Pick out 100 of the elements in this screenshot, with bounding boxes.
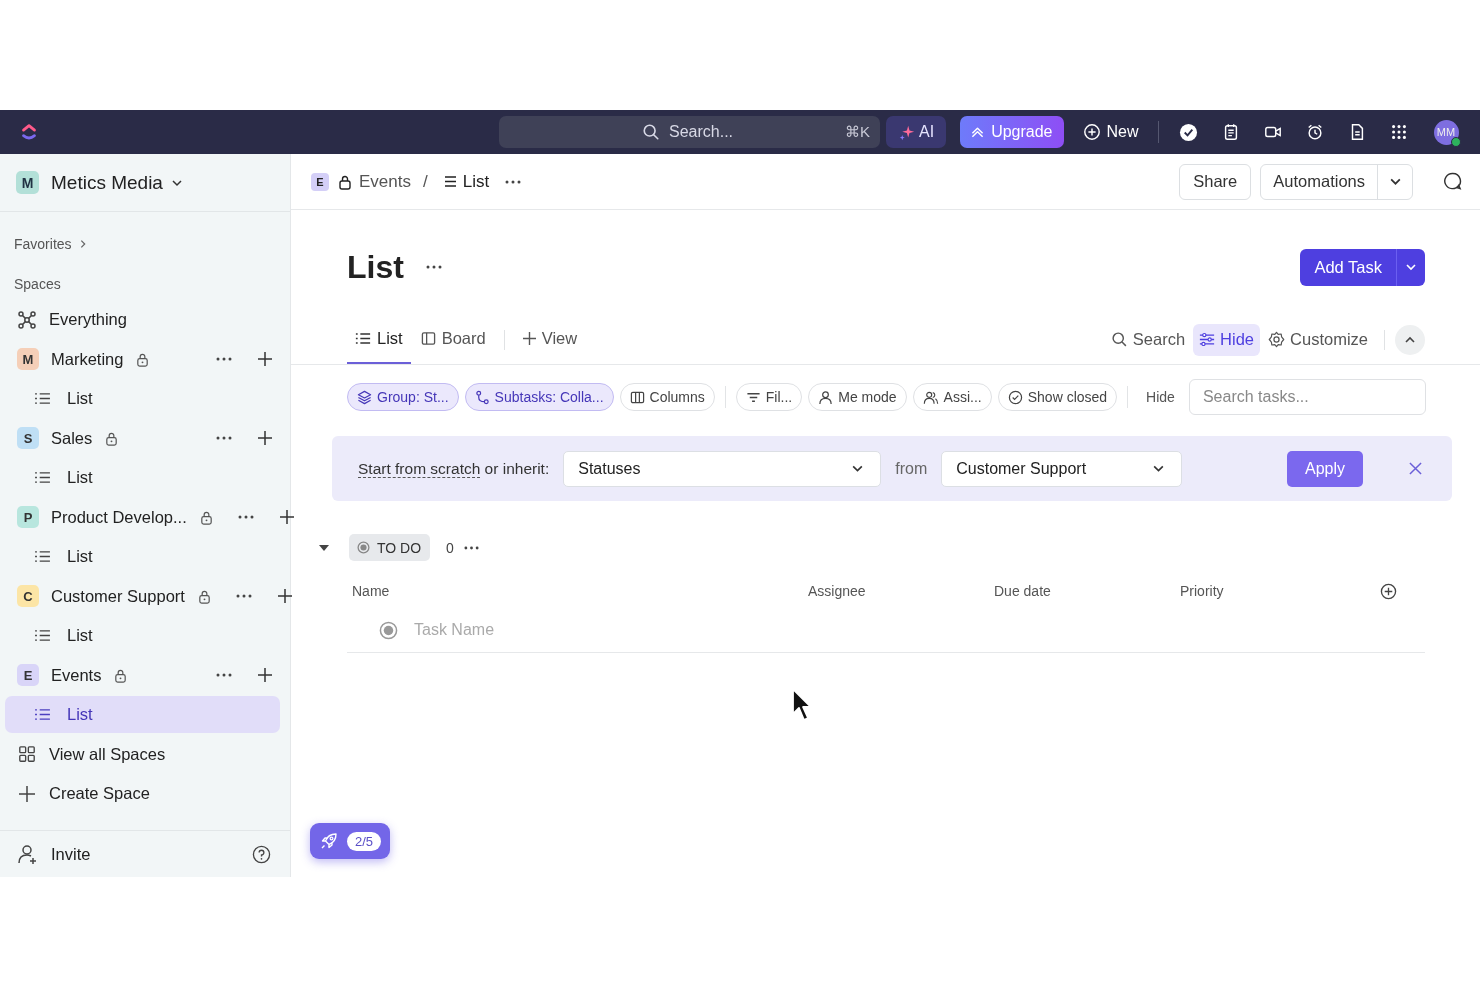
filter-chip[interactable]: Subtasks: Colla... [464, 383, 614, 411]
list-icon [34, 471, 51, 484]
plus-icon [17, 785, 37, 802]
list-icon [355, 332, 371, 345]
more-icon[interactable] [463, 545, 479, 550]
user-avatar[interactable]: MM [1433, 119, 1459, 145]
sidebar-item[interactable]: View all Spaces [49, 744, 166, 764]
column-header: Priority [1180, 583, 1224, 599]
view-tool-button[interactable]: Hide [1193, 323, 1261, 356]
column-header: Due date [994, 583, 1052, 599]
lock-icon [113, 667, 129, 683]
more-icon[interactable] [216, 357, 232, 362]
space-name[interactable]: Events [51, 665, 102, 685]
plus-icon [522, 332, 536, 345]
sliders-icon [1199, 332, 1216, 347]
plus-icon[interactable] [258, 668, 272, 683]
plus-icon[interactable] [277, 589, 292, 604]
filter-chip[interactable]: Me mode [808, 383, 907, 411]
space-name[interactable]: Customer Support [51, 586, 185, 606]
check-circle-icon[interactable] [1178, 122, 1198, 142]
ai-button[interactable]: AI [886, 116, 947, 148]
breadcrumb-separator: / [423, 171, 428, 192]
spaces-label: Spaces [13, 275, 62, 294]
gear-icon [1268, 331, 1286, 348]
list-icon [34, 550, 51, 563]
apps-grid-icon[interactable] [1389, 123, 1408, 141]
space-name[interactable]: Product Develop... [51, 507, 187, 527]
more-icon[interactable] [505, 179, 522, 184]
filter-chip[interactable]: Columns [619, 383, 715, 411]
network-icon [17, 309, 37, 330]
view-tab[interactable]: List [347, 315, 411, 364]
space-name[interactable]: Marketing [51, 349, 124, 369]
share-button[interactable]: Share [1179, 163, 1252, 200]
alarm-clock-icon[interactable] [1305, 123, 1324, 141]
search-icon [642, 123, 660, 141]
status-dot-icon [379, 620, 398, 640]
from-label: from [895, 459, 928, 478]
status-dot-icon [357, 541, 370, 554]
more-icon[interactable] [425, 265, 442, 269]
shortcut-hint: ⌘K [845, 123, 870, 141]
sidebar-item[interactable]: Everything [49, 310, 127, 330]
lock-icon [196, 588, 212, 604]
workspace-name[interactable]: Metics Media [51, 171, 163, 194]
list-icon [34, 708, 51, 721]
add-task-button[interactable]: Add Task [1300, 248, 1397, 286]
favorites-label[interactable]: Favorites [14, 236, 72, 252]
more-icon[interactable] [216, 436, 232, 441]
breadcrumb-link[interactable]: List [462, 171, 490, 192]
workspace-avatar: M [16, 171, 39, 194]
space-avatar: E [311, 172, 329, 191]
view-tab[interactable]: Board [412, 315, 494, 364]
filter-chip[interactable]: Group: St... [347, 383, 459, 411]
plus-icon[interactable] [258, 352, 272, 367]
list-item[interactable]: List [5, 617, 280, 654]
subtask-icon [474, 389, 490, 405]
banner-text: Start from scratch or inherit: [358, 459, 550, 478]
lock-icon [135, 351, 151, 367]
apply-button[interactable]: Apply [1286, 450, 1363, 487]
space-avatar: C [17, 585, 39, 608]
more-icon[interactable] [237, 515, 254, 520]
add-person-icon [17, 843, 39, 865]
source-space-dropdown[interactable]: Customer Support [941, 450, 1183, 487]
add-task-menu-button[interactable] [1397, 248, 1425, 286]
invite-link[interactable]: Invite [51, 844, 91, 864]
filter-chip[interactable]: Assi... [912, 383, 992, 411]
more-icon[interactable] [216, 673, 232, 678]
plus-icon[interactable] [279, 510, 294, 525]
close-icon[interactable] [1409, 462, 1422, 475]
filter-chip[interactable]: Show closed [997, 383, 1118, 411]
onboarding-button[interactable]: 2/5 [310, 823, 391, 859]
new-button[interactable]: New [1073, 116, 1148, 148]
start-from-scratch-link[interactable]: Start from scratch [358, 459, 481, 478]
status-template-dropdown[interactable]: Statuses [563, 450, 882, 487]
plus-circle-icon [1082, 123, 1101, 141]
column-header: Name [352, 583, 391, 599]
add-view-button[interactable]: View [514, 315, 586, 364]
status-badge[interactable]: TO DO [349, 534, 431, 561]
view-tool-button[interactable]: Search [1104, 323, 1192, 356]
list-item[interactable]: List [5, 696, 280, 733]
lock-icon [198, 509, 214, 525]
help-icon[interactable] [252, 844, 271, 864]
view-tool-button[interactable]: Customize [1262, 323, 1374, 356]
plus-icon[interactable] [258, 431, 272, 446]
collapse-button[interactable] [1395, 324, 1425, 355]
check-circle-icon [1007, 389, 1023, 405]
sidebar-item[interactable]: Create Space [49, 784, 150, 804]
breadcrumb-link[interactable]: Events [359, 171, 411, 192]
space-name[interactable]: Sales [51, 428, 93, 448]
list-item[interactable]: List [5, 380, 280, 417]
upgrade-button[interactable]: Upgrade [960, 116, 1064, 148]
add-column-icon[interactable] [1380, 582, 1397, 600]
list-item[interactable]: List [5, 459, 280, 496]
search-tasks-field[interactable]: Search tasks... [1188, 379, 1426, 415]
hide-button[interactable]: Hide [1138, 389, 1183, 405]
rocket-icon [319, 831, 339, 851]
collapse-caret-icon[interactable] [319, 543, 329, 552]
list-item[interactable]: List [5, 538, 280, 575]
more-icon[interactable] [235, 594, 252, 599]
filter-chip[interactable]: Fil... [735, 383, 803, 411]
chat-bubble-icon[interactable] [1443, 172, 1462, 191]
